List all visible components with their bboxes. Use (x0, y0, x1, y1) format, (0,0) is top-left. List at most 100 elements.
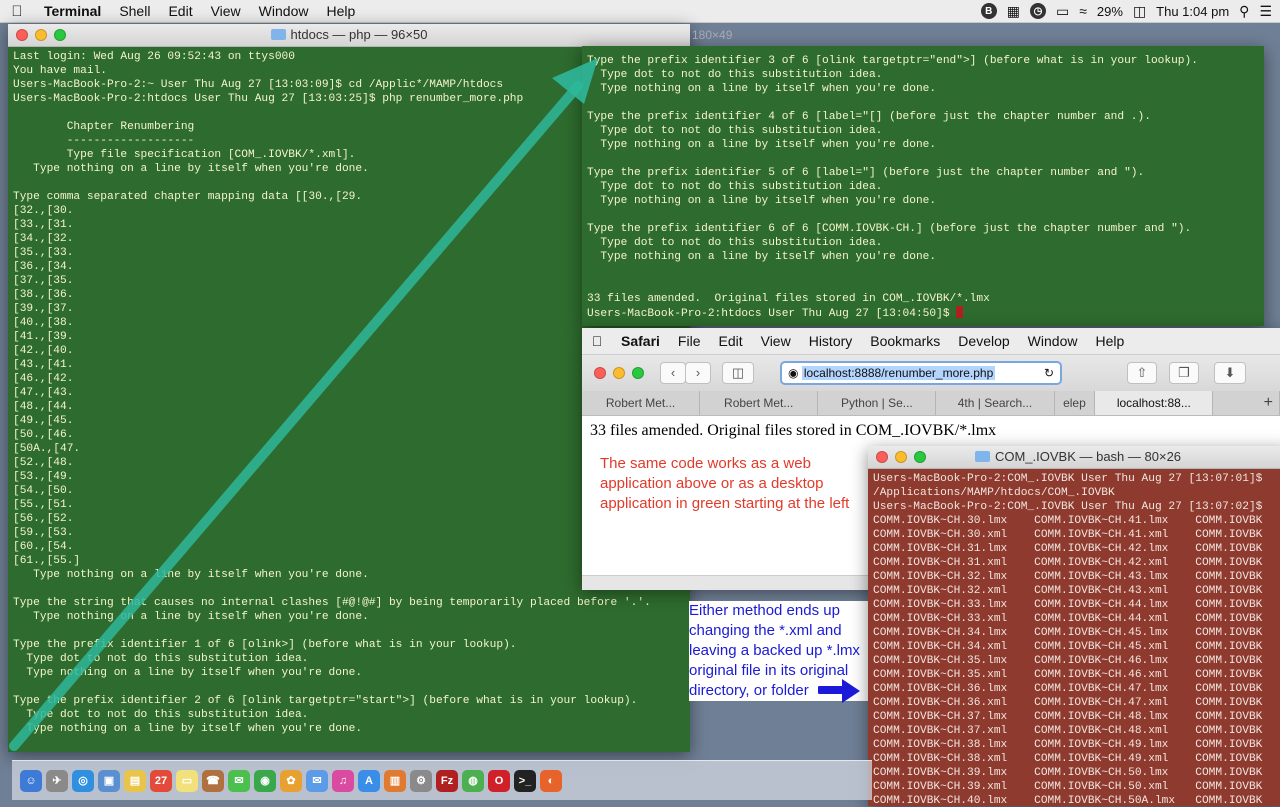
tabs-overview-button[interactable]: ❐ (1169, 362, 1199, 384)
safari-icon[interactable]: ◎ (72, 769, 94, 792)
terminal-line: COMM.IOVBK~CH.32.xml COMM.IOVBK~CH.43.xm… (873, 585, 1263, 597)
terminal-line: COMM.IOVBK~CH.30.lmx COMM.IOVBK~CH.41.lm… (873, 515, 1263, 527)
menu-view[interactable]: View (202, 3, 250, 19)
menu-history[interactable]: History (800, 333, 862, 349)
wifi-icon[interactable]: ≈ (1079, 3, 1087, 19)
b-status-icon[interactable]: B (980, 3, 997, 19)
terminal-line: Type the prefix identifier 5 of 6 [label… (587, 167, 1145, 179)
menu-edit[interactable]: Edit (159, 3, 201, 19)
mail-icon[interactable]: ✉ (306, 769, 328, 792)
chrome-icon[interactable]: ◍ (462, 769, 484, 792)
itunes-icon[interactable]: ♫ (332, 769, 354, 792)
menu-file[interactable]: File (669, 333, 710, 349)
firefox-icon[interactable]: ◐ (540, 769, 562, 792)
minimize-button[interactable] (35, 29, 47, 41)
minimize-button[interactable] (895, 451, 907, 463)
notification-center-icon[interactable]: ☰ (1259, 3, 1272, 20)
terminal-line: Type nothing on a line by itself when yo… (13, 723, 363, 735)
facetime-icon[interactable]: ◉ (254, 769, 276, 792)
terminal-window-overlay[interactable]: Type the prefix identifier 3 of 6 [olink… (582, 46, 1264, 326)
terminal-line: 33 files amended. Original files stored … (587, 293, 990, 305)
address-bar[interactable]: ◉ localhost:8888/renumber_more.php ↻ (780, 361, 1062, 385)
notes-icon[interactable]: ▤ (124, 769, 146, 792)
tab-active[interactable]: localhost:88... (1095, 391, 1214, 415)
terminal-titlebar[interactable]: htdocs — php — 96×50 (8, 24, 690, 47)
terminal-window-bash[interactable]: COM_.IOVBK — bash — 80×26 Users-MacBook-… (868, 446, 1280, 807)
zoom-button[interactable] (54, 29, 66, 41)
zoom-button[interactable] (914, 451, 926, 463)
stickies-icon[interactable]: ▭ (176, 769, 198, 792)
menu-window[interactable]: Window (250, 3, 318, 19)
opera-icon[interactable]: O (488, 769, 510, 792)
sidebar-toggle-button[interactable]: ◫ (722, 362, 754, 384)
menu-help[interactable]: Help (1086, 333, 1133, 349)
terminal-output-overlay[interactable]: Type the prefix identifier 3 of 6 [olink… (582, 46, 1264, 326)
tab-4[interactable]: 4th | Search... (936, 391, 1055, 415)
safari-toolbar: ‹ › ◫ ◉ localhost:8888/renumber_more.php… (582, 355, 1280, 391)
terminal-line: Users-MacBook-Pro-2:COM_.IOVBK User Thu … (873, 473, 1263, 485)
calendar-icon[interactable]: 27 (150, 769, 172, 792)
photos-icon[interactable]: ✿ (280, 769, 302, 792)
menu-shell[interactable]: Shell (110, 3, 159, 19)
menu-help[interactable]: Help (317, 3, 364, 19)
terminal-line: Type nothing on a line by itself when yo… (13, 611, 369, 623)
terminal-line: Type dot to not do this substitution ide… (587, 125, 883, 137)
spotlight-search-icon[interactable]: ⚲ (1239, 3, 1249, 20)
terminal-line: Type dot to not do this substitution ide… (13, 653, 309, 665)
forward-button[interactable]: › (685, 362, 711, 384)
close-button[interactable] (594, 367, 606, 379)
terminal-prompt-line[interactable]: Users-MacBook-Pro-2:htdocs User Thu Aug … (587, 306, 1259, 320)
tab-3[interactable]: Python | Se... (818, 391, 937, 415)
new-tab-button[interactable]: + (1213, 391, 1280, 415)
minimize-button[interactable] (613, 367, 625, 379)
zoom-button[interactable] (632, 367, 644, 379)
terminal-line: /Applications/MAMP/htdocs/COM_.IOVBK (873, 487, 1115, 499)
battery-percent[interactable]: 29% (1097, 4, 1123, 19)
share-button[interactable]: ⇧ (1127, 362, 1157, 384)
close-button[interactable] (16, 29, 28, 41)
menu-window[interactable]: Window (1019, 333, 1087, 349)
menu-edit[interactable]: Edit (709, 333, 751, 349)
airplay-icon[interactable]: ▭ (1056, 3, 1069, 20)
bash-output[interactable]: Users-MacBook-Pro-2:COM_.IOVBK User Thu … (868, 469, 1280, 807)
finder-icon[interactable]: ☺ (20, 769, 42, 792)
annotation-red: The same code works as a web application… (600, 455, 850, 512)
clock[interactable]: Thu 1:04 pm (1156, 4, 1229, 19)
battery-icon[interactable]: ◫ (1133, 3, 1146, 20)
volume-status-icon[interactable]: ▦ (1007, 3, 1020, 20)
tab-2[interactable]: Robert Met... (700, 391, 819, 415)
menu-view[interactable]: View (752, 333, 800, 349)
preview-icon[interactable]: ▣ (98, 769, 120, 792)
terminal-line: COMM.IOVBK~CH.30.xml COMM.IOVBK~CH.41.xm… (873, 529, 1263, 541)
reload-icon[interactable]: ↻ (1044, 363, 1054, 383)
filezilla-icon[interactable]: Fz (436, 769, 458, 792)
back-button[interactable]: ‹ (660, 362, 686, 384)
menu-bookmarks[interactable]: Bookmarks (861, 333, 949, 349)
tab-1[interactable]: Robert Met... (582, 391, 701, 415)
terminal-icon[interactable]: >_ (514, 769, 536, 792)
system-prefs-icon[interactable]: ⚙ (410, 769, 432, 792)
terminal-line: Type nothing on a line by itself when yo… (587, 195, 937, 207)
terminal-line: Type dot to not do this substitution ide… (587, 181, 883, 193)
bash-titlebar[interactable]: COM_.IOVBK — bash — 80×26 (868, 446, 1280, 469)
apple-menu-icon[interactable]:  (0, 3, 34, 20)
url-text[interactable]: localhost:8888/renumber_more.php (801, 366, 996, 380)
messages-icon[interactable]: ✉ (228, 769, 250, 792)
terminal-line: COMM.IOVBK~CH.31.lmx COMM.IOVBK~CH.42.lm… (873, 543, 1263, 555)
menu-develop[interactable]: Develop (949, 333, 1018, 349)
menu-app-name[interactable]: Terminal (34, 3, 110, 19)
downloads-button[interactable]: ⬇ (1214, 362, 1246, 384)
horizontal-scrollbar[interactable] (582, 575, 872, 590)
app-store-icon[interactable]: A (358, 769, 380, 792)
close-button[interactable] (876, 451, 888, 463)
menu-app-name[interactable]: Safari (612, 333, 669, 349)
terminal-line: COMM.IOVBK~CH.38.lmx COMM.IOVBK~CH.49.lm… (873, 739, 1263, 751)
contacts-icon[interactable]: ☎ (202, 769, 224, 792)
launchpad-icon[interactable]: ✈ (46, 769, 68, 792)
apple-menu-icon[interactable]:  (582, 333, 612, 349)
clock-status-icon[interactable]: ◷ (1029, 3, 1046, 19)
tab-5[interactable]: elep (1055, 391, 1096, 415)
books-icon[interactable]: ▥ (384, 769, 406, 792)
